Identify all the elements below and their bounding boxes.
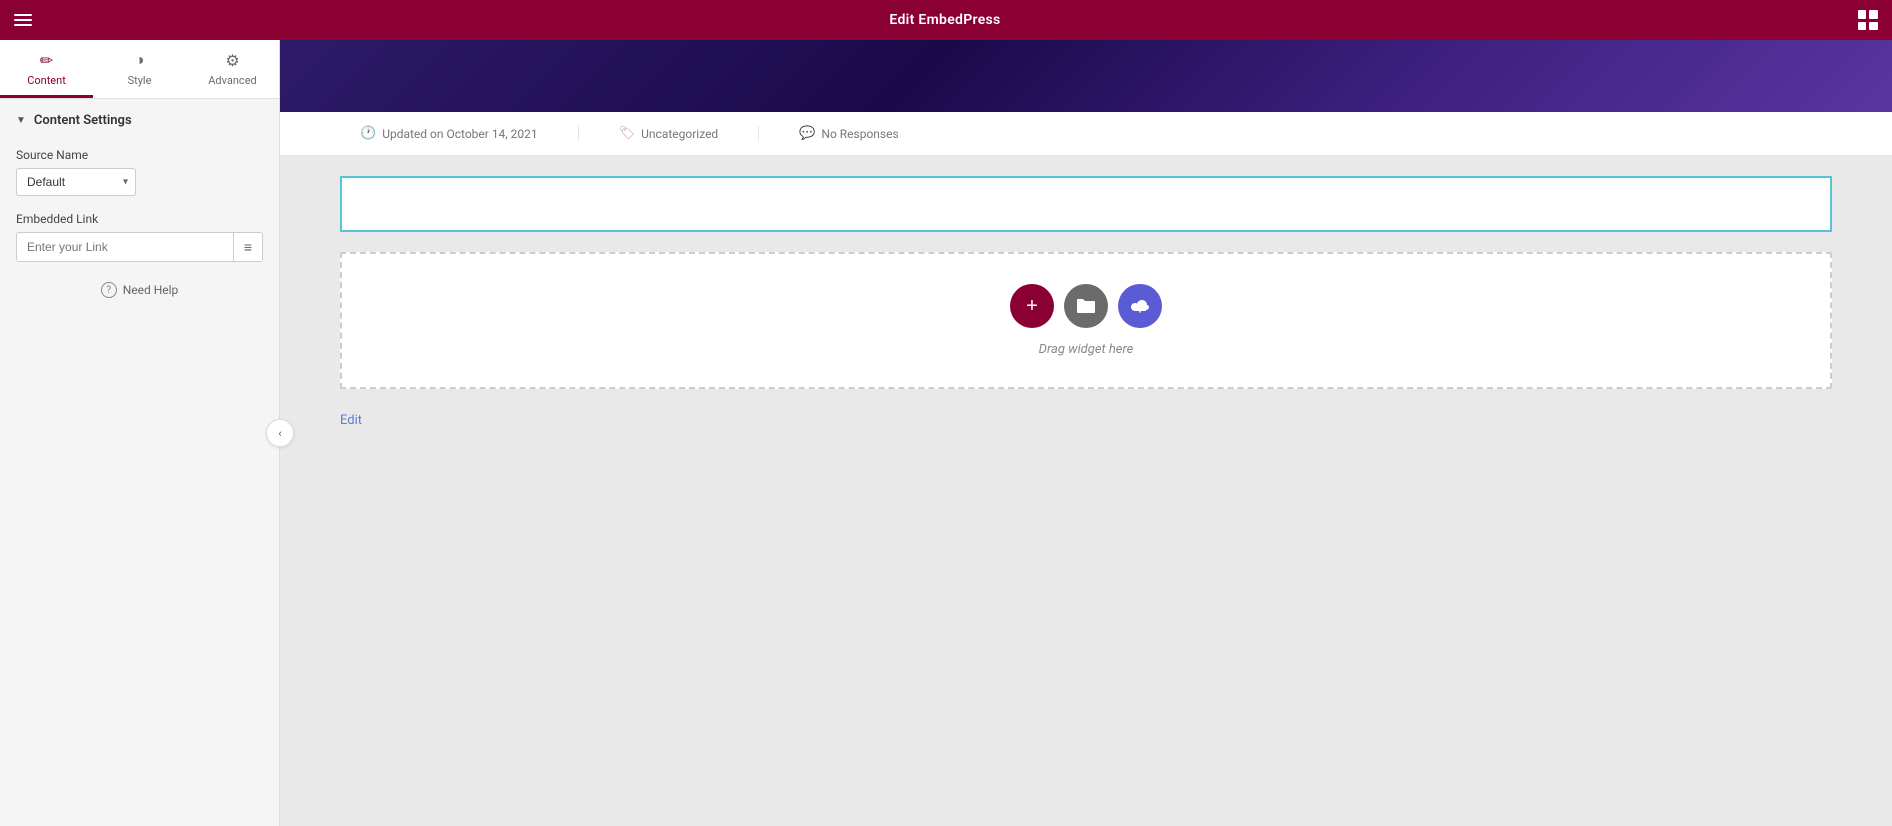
content-settings-section: ▼ Content Settings	[0, 99, 279, 140]
advanced-tab-label: Advanced	[208, 74, 256, 87]
post-category-text: Uncategorized	[641, 127, 718, 141]
tab-style[interactable]: ◑ Style	[93, 40, 186, 98]
cloud-widget-button[interactable]	[1118, 284, 1162, 328]
post-meta-bar: 🕐 Updated on October 14, 2021 🏷 Uncatego…	[280, 112, 1892, 156]
drop-zone-buttons: +	[1010, 284, 1162, 328]
clock-icon: 🕐	[360, 126, 376, 141]
form-section: Source Name Default Custom Google YouTub…	[0, 140, 279, 314]
hamburger-menu-icon[interactable]	[14, 14, 32, 26]
post-updated-text: Updated on October 14, 2021	[382, 127, 537, 141]
post-responses-text: No Responses	[821, 127, 898, 141]
post-updated-meta: 🕐 Updated on October 14, 2021	[360, 126, 579, 141]
embedded-link-input[interactable]	[17, 233, 233, 261]
canvas-area: 🕐 Updated on October 14, 2021 🏷 Uncatego…	[280, 40, 1892, 826]
section-collapse-arrow[interactable]: ▼	[16, 115, 26, 126]
content-tab-icon: ✏	[40, 51, 53, 70]
section-title: Content Settings	[34, 113, 132, 128]
source-name-select-wrapper: Default Custom Google YouTube Vimeo ▾	[16, 168, 136, 196]
top-header: Edit EmbedPress	[0, 0, 1892, 40]
add-widget-button[interactable]: +	[1010, 284, 1054, 328]
comment-icon: 💬	[799, 126, 815, 141]
cloud-icon	[1129, 297, 1151, 315]
content-tab-label: Content	[27, 74, 66, 87]
post-responses-meta: 💬 No Responses	[759, 126, 938, 141]
help-circle-icon: ?	[101, 282, 117, 298]
drag-widget-text: Drag widget here	[1039, 342, 1134, 357]
drop-zone: + Drag widget here	[340, 252, 1832, 389]
source-name-select[interactable]: Default Custom Google YouTube Vimeo	[16, 168, 136, 196]
sidebar-content: ▼ Content Settings Source Name Default C…	[0, 99, 279, 826]
post-category-meta: 🏷 Uncategorized	[579, 126, 760, 141]
embedded-link-field: Embedded Link ≡	[16, 212, 263, 262]
need-help-section[interactable]: ? Need Help	[16, 282, 263, 298]
source-name-label: Source Name	[16, 148, 263, 162]
sidebar-collapse-button[interactable]: ‹	[266, 419, 294, 447]
need-help-label: Need Help	[123, 283, 179, 297]
sidebar-tabs: ✏ Content ◑ Style ⚙ Advanced	[0, 40, 279, 99]
canvas-spacer	[340, 428, 1832, 628]
edit-link[interactable]: Edit	[340, 413, 362, 428]
tag-icon: 🏷	[619, 126, 636, 141]
link-menu-icon-button[interactable]: ≡	[233, 233, 262, 261]
sidebar: ✏ Content ◑ Style ⚙ Advanced ▼ Content S…	[0, 40, 280, 826]
folder-icon	[1075, 297, 1097, 315]
canvas-content: + Drag widget here Ed	[280, 156, 1892, 826]
embedded-link-input-wrapper: ≡	[16, 232, 263, 262]
tab-content[interactable]: ✏ Content	[0, 40, 93, 98]
style-tab-label: Style	[128, 74, 152, 87]
header-title: Edit EmbedPress	[889, 12, 1000, 28]
main-layout: ✏ Content ◑ Style ⚙ Advanced ▼ Content S…	[0, 40, 1892, 826]
embed-widget-box[interactable]	[340, 176, 1832, 232]
tab-advanced[interactable]: ⚙ Advanced	[186, 40, 279, 98]
embedded-link-label: Embedded Link	[16, 212, 263, 226]
source-name-field: Source Name Default Custom Google YouTub…	[16, 148, 263, 196]
style-tab-icon: ◑	[135, 50, 145, 70]
canvas-hero-banner	[280, 40, 1892, 112]
folder-widget-button[interactable]	[1064, 284, 1108, 328]
advanced-tab-icon: ⚙	[225, 51, 239, 70]
grid-apps-icon[interactable]	[1858, 10, 1878, 30]
